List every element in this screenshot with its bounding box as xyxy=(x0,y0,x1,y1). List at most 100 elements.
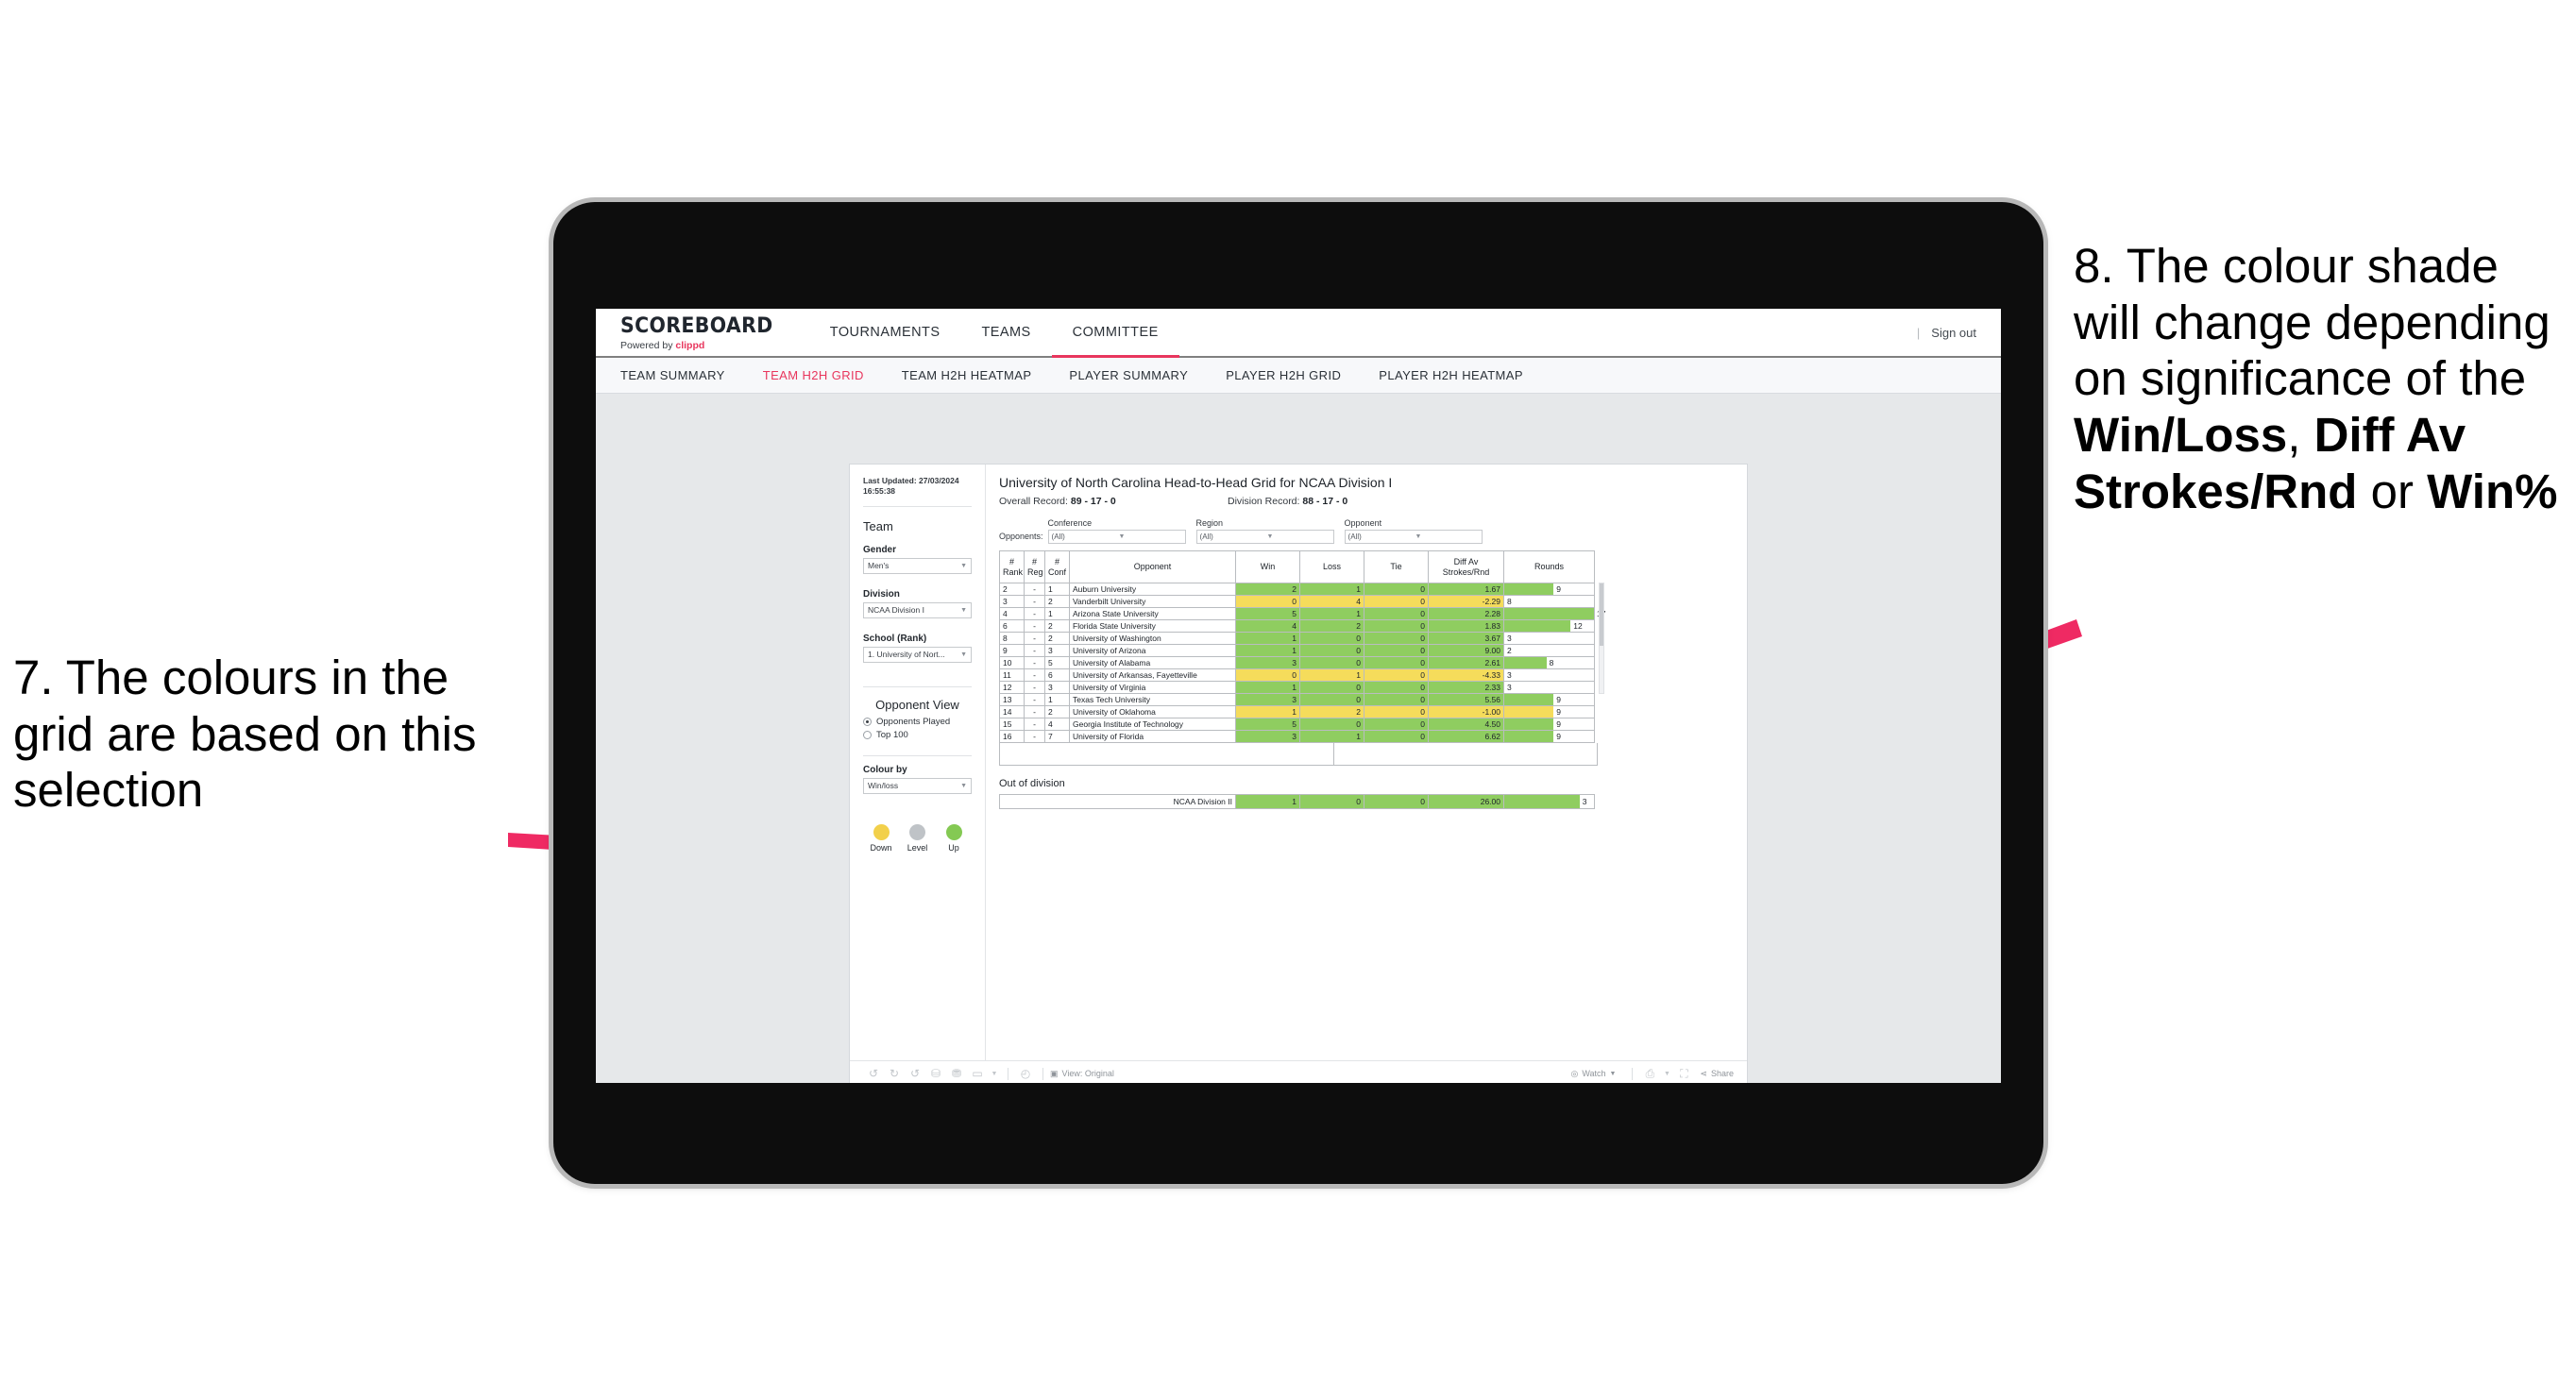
division-select[interactable]: NCAA Division I ▼ xyxy=(863,601,972,618)
grid-cell-tie[interactable]: 0 xyxy=(1364,619,1429,633)
subnav-item-player-h2h-grid[interactable]: PLAYER H2H GRID xyxy=(1226,368,1341,382)
grid-cell-rounds[interactable]: 9 xyxy=(1503,730,1595,743)
grid-cell-diff[interactable]: 2.28 xyxy=(1428,607,1504,620)
grid-cell-rounds[interactable]: 8 xyxy=(1503,595,1595,608)
grid-cell-rounds[interactable]: 3 xyxy=(1503,632,1595,645)
table-row[interactable]: 6-2 Florida State University 4 2 0 1.83 12 xyxy=(999,619,1595,633)
subnav-item-team-h2h-heatmap[interactable]: TEAM H2H HEATMAP xyxy=(902,368,1032,382)
undo-icon[interactable]: ↺ xyxy=(863,1067,884,1080)
clock-icon[interactable]: ◴ xyxy=(1015,1067,1036,1080)
grid-col-header-4[interactable]: Win xyxy=(1235,550,1300,583)
filter-opponent-select[interactable]: (All) ▼ xyxy=(1344,530,1483,544)
grid-cell-rounds[interactable]: 17 xyxy=(1503,607,1605,620)
revert-icon[interactable]: ↺ xyxy=(905,1067,925,1080)
grid-col-header-2[interactable]: # Conf xyxy=(1044,550,1070,583)
share-button[interactable]: ⋖ Share xyxy=(1700,1069,1734,1079)
out-of-division-row[interactable]: NCAA Division II 1 0 0 26.00 3 xyxy=(999,794,1595,809)
grid-cell-tie[interactable]: 0 xyxy=(1364,730,1429,743)
grid-cell-rounds[interactable]: 9 xyxy=(1503,693,1595,706)
grid-cell-loss[interactable]: 1 xyxy=(1299,730,1364,743)
table-row[interactable]: 11-6 University of Arkansas, Fayetteville… xyxy=(999,668,1595,682)
grid-col-header-8[interactable]: Rounds xyxy=(1503,550,1595,583)
grid-cell-tie[interactable]: 0 xyxy=(1364,718,1429,731)
grid-cell-win[interactable]: 5 xyxy=(1235,718,1300,731)
table-row[interactable]: 3-2 Vanderbilt University 0 4 0 -2.29 8 xyxy=(999,595,1595,608)
watch-button[interactable]: ◎ Watch ▼ xyxy=(1570,1069,1616,1079)
filter-region-select[interactable]: (All) ▼ xyxy=(1195,530,1334,544)
grid-cell-win[interactable]: 1 xyxy=(1235,681,1300,694)
grid-col-header-3[interactable]: Opponent xyxy=(1069,550,1236,583)
nav-item-teams[interactable]: TEAMS xyxy=(960,309,1051,358)
grid-cell-win[interactable]: 2 xyxy=(1235,583,1300,596)
grid-cell-rounds[interactable]: 9 xyxy=(1503,705,1595,718)
grid-cell-diff[interactable]: 4.50 xyxy=(1428,718,1504,731)
radio-top-100[interactable]: Top 100 xyxy=(863,730,972,740)
sign-out-link[interactable]: Sign out xyxy=(1931,326,1976,340)
grid-cell-win[interactable]: 4 xyxy=(1235,619,1300,633)
refresh-data-icon[interactable]: ⛁ xyxy=(925,1067,946,1080)
table-row[interactable]: 8-2 University of Washington 1 0 0 3.67 3 xyxy=(999,632,1595,645)
grid-cell-diff[interactable]: -4.33 xyxy=(1428,668,1504,682)
grid-cell-rounds[interactable]: 3 xyxy=(1503,668,1595,682)
grid-cell-loss[interactable]: 0 xyxy=(1299,656,1364,669)
table-row[interactable]: 12-3 University of Virginia 1 0 0 2.33 3 xyxy=(999,681,1595,694)
reset-icon[interactable]: ▭ xyxy=(967,1067,988,1080)
grid-col-header-6[interactable]: Tie xyxy=(1364,550,1429,583)
grid-cell-diff[interactable]: 26.00 xyxy=(1428,794,1504,809)
grid-cell-win[interactable]: 0 xyxy=(1235,668,1300,682)
grid-cell-diff[interactable]: 6.62 xyxy=(1428,730,1504,743)
table-row[interactable]: 16-7 University of Florida 3 1 0 6.62 9 xyxy=(999,730,1595,743)
grid-cell-loss[interactable]: 1 xyxy=(1299,583,1364,596)
school-select[interactable]: 1. University of Nort... ▼ xyxy=(863,646,972,663)
table-row[interactable]: 14-2 University of Oklahoma 1 2 0 -1.00 9 xyxy=(999,705,1595,718)
gender-select[interactable]: Men's ▼ xyxy=(863,557,972,574)
grid-cell-win[interactable]: 1 xyxy=(1235,794,1300,809)
grid-cell-tie[interactable]: 0 xyxy=(1364,794,1429,809)
grid-cell-loss[interactable]: 4 xyxy=(1299,595,1364,608)
grid-cell-diff[interactable]: 9.00 xyxy=(1428,644,1504,657)
grid-cell-diff[interactable]: 2.33 xyxy=(1428,681,1504,694)
grid-cell-rounds[interactable]: 9 xyxy=(1503,718,1595,731)
grid-cell-tie[interactable]: 0 xyxy=(1364,668,1429,682)
grid-cell-rounds[interactable]: 3 xyxy=(1503,681,1595,694)
grid-cell-loss[interactable]: 0 xyxy=(1299,693,1364,706)
grid-cell-loss[interactable]: 1 xyxy=(1299,668,1364,682)
table-row[interactable]: 9-3 University of Arizona 1 0 0 9.00 2 xyxy=(999,644,1595,657)
grid-cell-diff[interactable]: -2.29 xyxy=(1428,595,1504,608)
grid-cell-tie[interactable]: 0 xyxy=(1364,681,1429,694)
subnav-item-team-h2h-grid[interactable]: TEAM H2H GRID xyxy=(763,368,864,382)
grid-cell-tie[interactable]: 0 xyxy=(1364,583,1429,596)
grid-cell-loss[interactable]: 0 xyxy=(1299,718,1364,731)
grid-cell-rounds[interactable]: 9 xyxy=(1503,583,1595,596)
redo-icon[interactable]: ↻ xyxy=(884,1067,905,1080)
grid-col-header-1[interactable]: # Reg xyxy=(1024,550,1045,583)
grid-cell-diff[interactable]: 1.83 xyxy=(1428,619,1504,633)
grid-cell-diff[interactable]: -1.00 xyxy=(1428,705,1504,718)
grid-scrollbar[interactable] xyxy=(1599,583,1604,694)
grid-cell-diff[interactable]: 3.67 xyxy=(1428,632,1504,645)
grid-cell-win[interactable]: 1 xyxy=(1235,644,1300,657)
grid-cell-tie[interactable]: 0 xyxy=(1364,595,1429,608)
grid-cell-diff[interactable]: 1.67 xyxy=(1428,583,1504,596)
grid-cell-loss[interactable]: 2 xyxy=(1299,619,1364,633)
grid-col-header-5[interactable]: Loss xyxy=(1299,550,1364,583)
grid-cell-rounds[interactable]: 2 xyxy=(1503,644,1595,657)
grid-cell-rounds[interactable]: 12 xyxy=(1503,619,1595,633)
subnav-item-player-h2h-heatmap[interactable]: PLAYER H2H HEATMAP xyxy=(1379,368,1523,382)
chevron-down-icon[interactable]: ▼ xyxy=(988,1071,1001,1077)
fullscreen-icon[interactable]: ⛶ xyxy=(1673,1067,1694,1081)
nav-item-committee[interactable]: COMMITTEE xyxy=(1051,309,1179,358)
view-button[interactable]: ▣ View: Original xyxy=(1050,1069,1114,1079)
table-row[interactable]: 10-5 University of Alabama 3 0 0 2.61 8 xyxy=(999,656,1595,669)
out-of-division-rounds[interactable]: 3 xyxy=(1503,794,1595,809)
table-row[interactable]: 15-4 Georgia Institute of Technology 5 0 0 4.… xyxy=(999,718,1595,731)
grid-cell-tie[interactable]: 0 xyxy=(1364,644,1429,657)
grid-cell-win[interactable]: 0 xyxy=(1235,595,1300,608)
grid-cell-loss[interactable]: 0 xyxy=(1299,644,1364,657)
grid-cell-tie[interactable]: 0 xyxy=(1364,607,1429,620)
download-icon[interactable]: ⎙ xyxy=(1639,1067,1660,1081)
grid-cell-diff[interactable]: 2.61 xyxy=(1428,656,1504,669)
grid-scrollbar-thumb[interactable] xyxy=(1600,583,1603,646)
grid-cell-tie[interactable]: 0 xyxy=(1364,656,1429,669)
grid-cell-loss[interactable]: 0 xyxy=(1299,681,1364,694)
